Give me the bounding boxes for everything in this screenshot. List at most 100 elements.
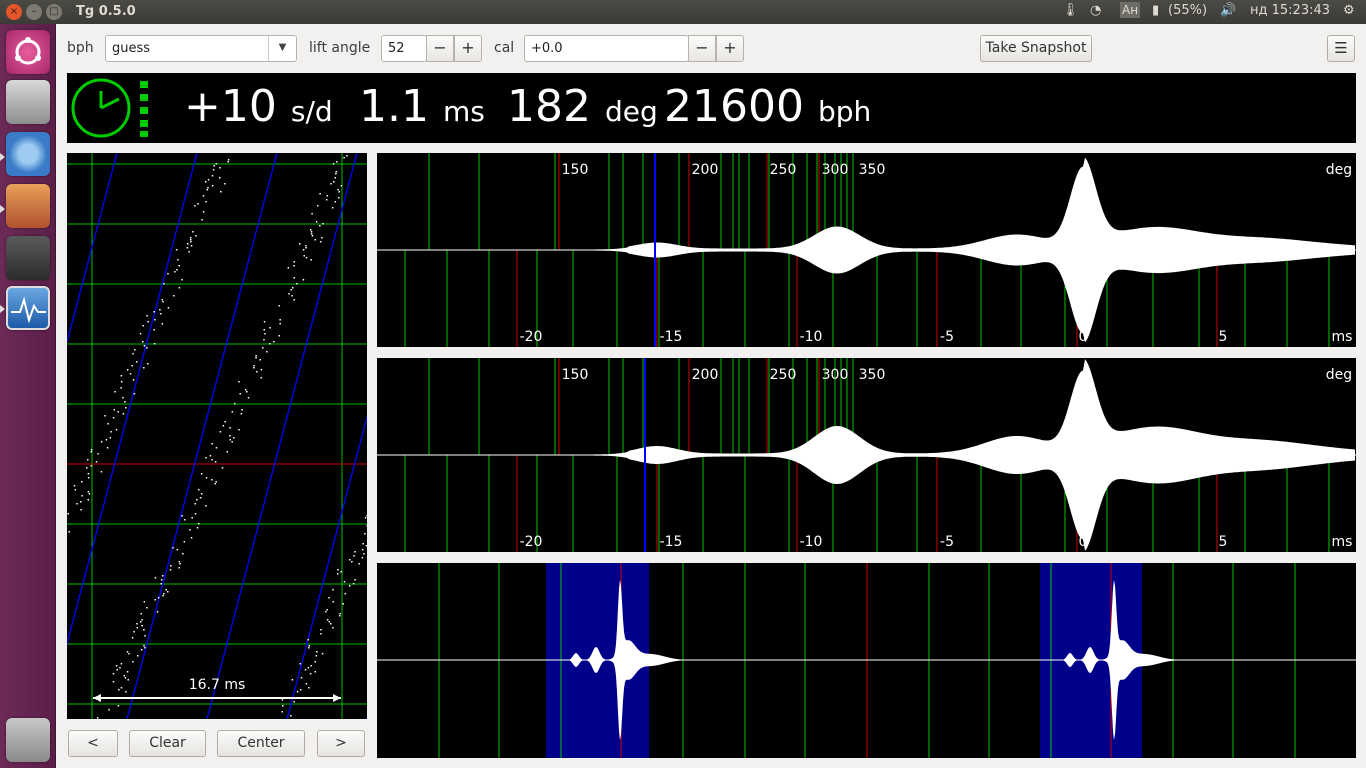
paper-dot <box>81 481 83 483</box>
bph-readout: 21600 bph <box>664 81 871 132</box>
paper-dot <box>205 181 207 183</box>
lift-angle-increment-button[interactable]: + <box>454 35 482 62</box>
paper-dot <box>314 239 316 241</box>
paper-dot <box>198 523 200 525</box>
ms-unit-label: ms <box>1332 534 1353 550</box>
paper-dot <box>247 397 250 399</box>
chromium-icon[interactable] <box>6 132 50 176</box>
paper-dot <box>122 397 124 399</box>
paper-dot <box>273 341 275 343</box>
tg-timegrapher-icon[interactable] <box>6 286 50 330</box>
paper-dot <box>298 243 301 245</box>
paper-dot <box>132 379 135 381</box>
paper-dot <box>202 211 205 213</box>
paper-dot <box>315 221 318 223</box>
ms-tick-label: -20 <box>520 329 543 345</box>
trash-icon[interactable] <box>6 718 50 762</box>
paper-dot <box>206 189 208 191</box>
paper-dot <box>207 179 210 181</box>
paper-dot <box>278 335 280 337</box>
volume-icon[interactable]: 🔊 <box>1220 3 1236 18</box>
paper-dot <box>143 629 145 631</box>
paper-dot <box>215 481 217 483</box>
cal-input[interactable]: +0.0 <box>524 35 689 62</box>
span-arrow-right <box>333 694 341 702</box>
paper-dot <box>332 601 335 603</box>
paper-dot <box>326 195 329 197</box>
paper-dot <box>157 597 160 599</box>
paper-dot <box>175 249 178 251</box>
deg-tick-label: 250 <box>770 367 797 383</box>
calculator-icon[interactable] <box>6 236 50 280</box>
paper-dot <box>178 287 181 289</box>
launcher <box>0 24 56 768</box>
lift-angle-input[interactable]: 52 <box>381 35 427 62</box>
paper-dot <box>281 699 284 701</box>
battery-percent[interactable]: (55%) <box>1168 3 1207 18</box>
paper-dot <box>263 329 265 331</box>
clock[interactable]: нд 15:23:43 <box>1250 3 1330 18</box>
paper-dot <box>140 649 143 651</box>
gear-icon[interactable]: ⚙ <box>1343 3 1355 18</box>
paper-strip-view[interactable]: 16.7 ms <box>67 153 367 719</box>
paper-center-button[interactable]: Center <box>217 730 305 757</box>
paper-dot <box>161 323 164 325</box>
paper-dot <box>334 177 337 179</box>
paper-dot <box>304 669 307 671</box>
paper-dot <box>134 349 136 351</box>
paper-dot <box>167 591 169 593</box>
paper-dot <box>194 513 197 515</box>
minimize-window-button[interactable]: – <box>26 4 42 20</box>
thermometer-icon[interactable]: 🌡 <box>1062 3 1079 18</box>
paper-clear-button[interactable]: Clear <box>129 730 206 757</box>
cal-increment-button[interactable]: + <box>716 35 744 62</box>
ms-tick-label: -10 <box>800 329 823 345</box>
paper-dot <box>143 645 145 647</box>
lift-angle-decrement-button[interactable]: − <box>426 35 454 62</box>
paper-dot <box>300 677 303 679</box>
wifi-icon[interactable]: ◔ <box>1090 3 1101 18</box>
file-manager-icon[interactable] <box>6 184 50 228</box>
keyboard-layout-indicator[interactable]: Ан <box>1120 2 1141 18</box>
paper-dot <box>87 477 90 479</box>
paper-dot <box>328 597 330 599</box>
close-window-button[interactable]: × <box>6 4 22 20</box>
paper-dot <box>76 503 78 505</box>
paper-prev-button[interactable]: < <box>68 730 118 757</box>
paper-dot <box>181 515 183 517</box>
paper-dot <box>293 261 295 263</box>
paper-dot <box>126 651 129 653</box>
paper-dot <box>172 547 174 549</box>
paper-dot <box>80 501 82 503</box>
paper-dot <box>170 565 172 567</box>
paper-dot <box>358 563 360 565</box>
paper-dot <box>219 431 222 433</box>
bph-combo[interactable]: guess ▼ <box>105 35 297 62</box>
battery-icon[interactable]: ▮ <box>1152 3 1159 18</box>
paper-dot <box>366 515 367 517</box>
paper-dot <box>68 531 70 533</box>
paper-dot <box>305 245 307 247</box>
lift-angle-label: lift angle <box>309 40 371 56</box>
chevron-down-icon[interactable]: ▼ <box>268 36 296 61</box>
paper-dot <box>326 619 329 621</box>
paper-dot <box>325 611 327 613</box>
paper-dot <box>305 683 308 685</box>
paper-dot <box>319 225 321 227</box>
paper-dot <box>337 569 339 571</box>
amplitude-readout: 182 deg <box>507 81 658 132</box>
maximize-window-button[interactable]: □ <box>46 4 62 20</box>
cal-decrement-button[interactable]: − <box>688 35 716 62</box>
paper-dot <box>269 343 271 345</box>
take-snapshot-button[interactable]: Take Snapshot <box>980 35 1092 62</box>
paper-dot <box>219 167 221 169</box>
paper-next-button[interactable]: > <box>317 730 365 757</box>
hamburger-menu-icon[interactable]: ☰ <box>1327 35 1355 62</box>
paper-dot <box>178 561 181 563</box>
paper-dot <box>179 563 181 565</box>
ms-tick-label: -15 <box>660 534 683 550</box>
ubuntu-dash-icon[interactable] <box>6 30 50 74</box>
files-drive-icon[interactable] <box>6 80 50 124</box>
paper-dot <box>302 249 305 251</box>
paper-dot <box>87 459 89 461</box>
